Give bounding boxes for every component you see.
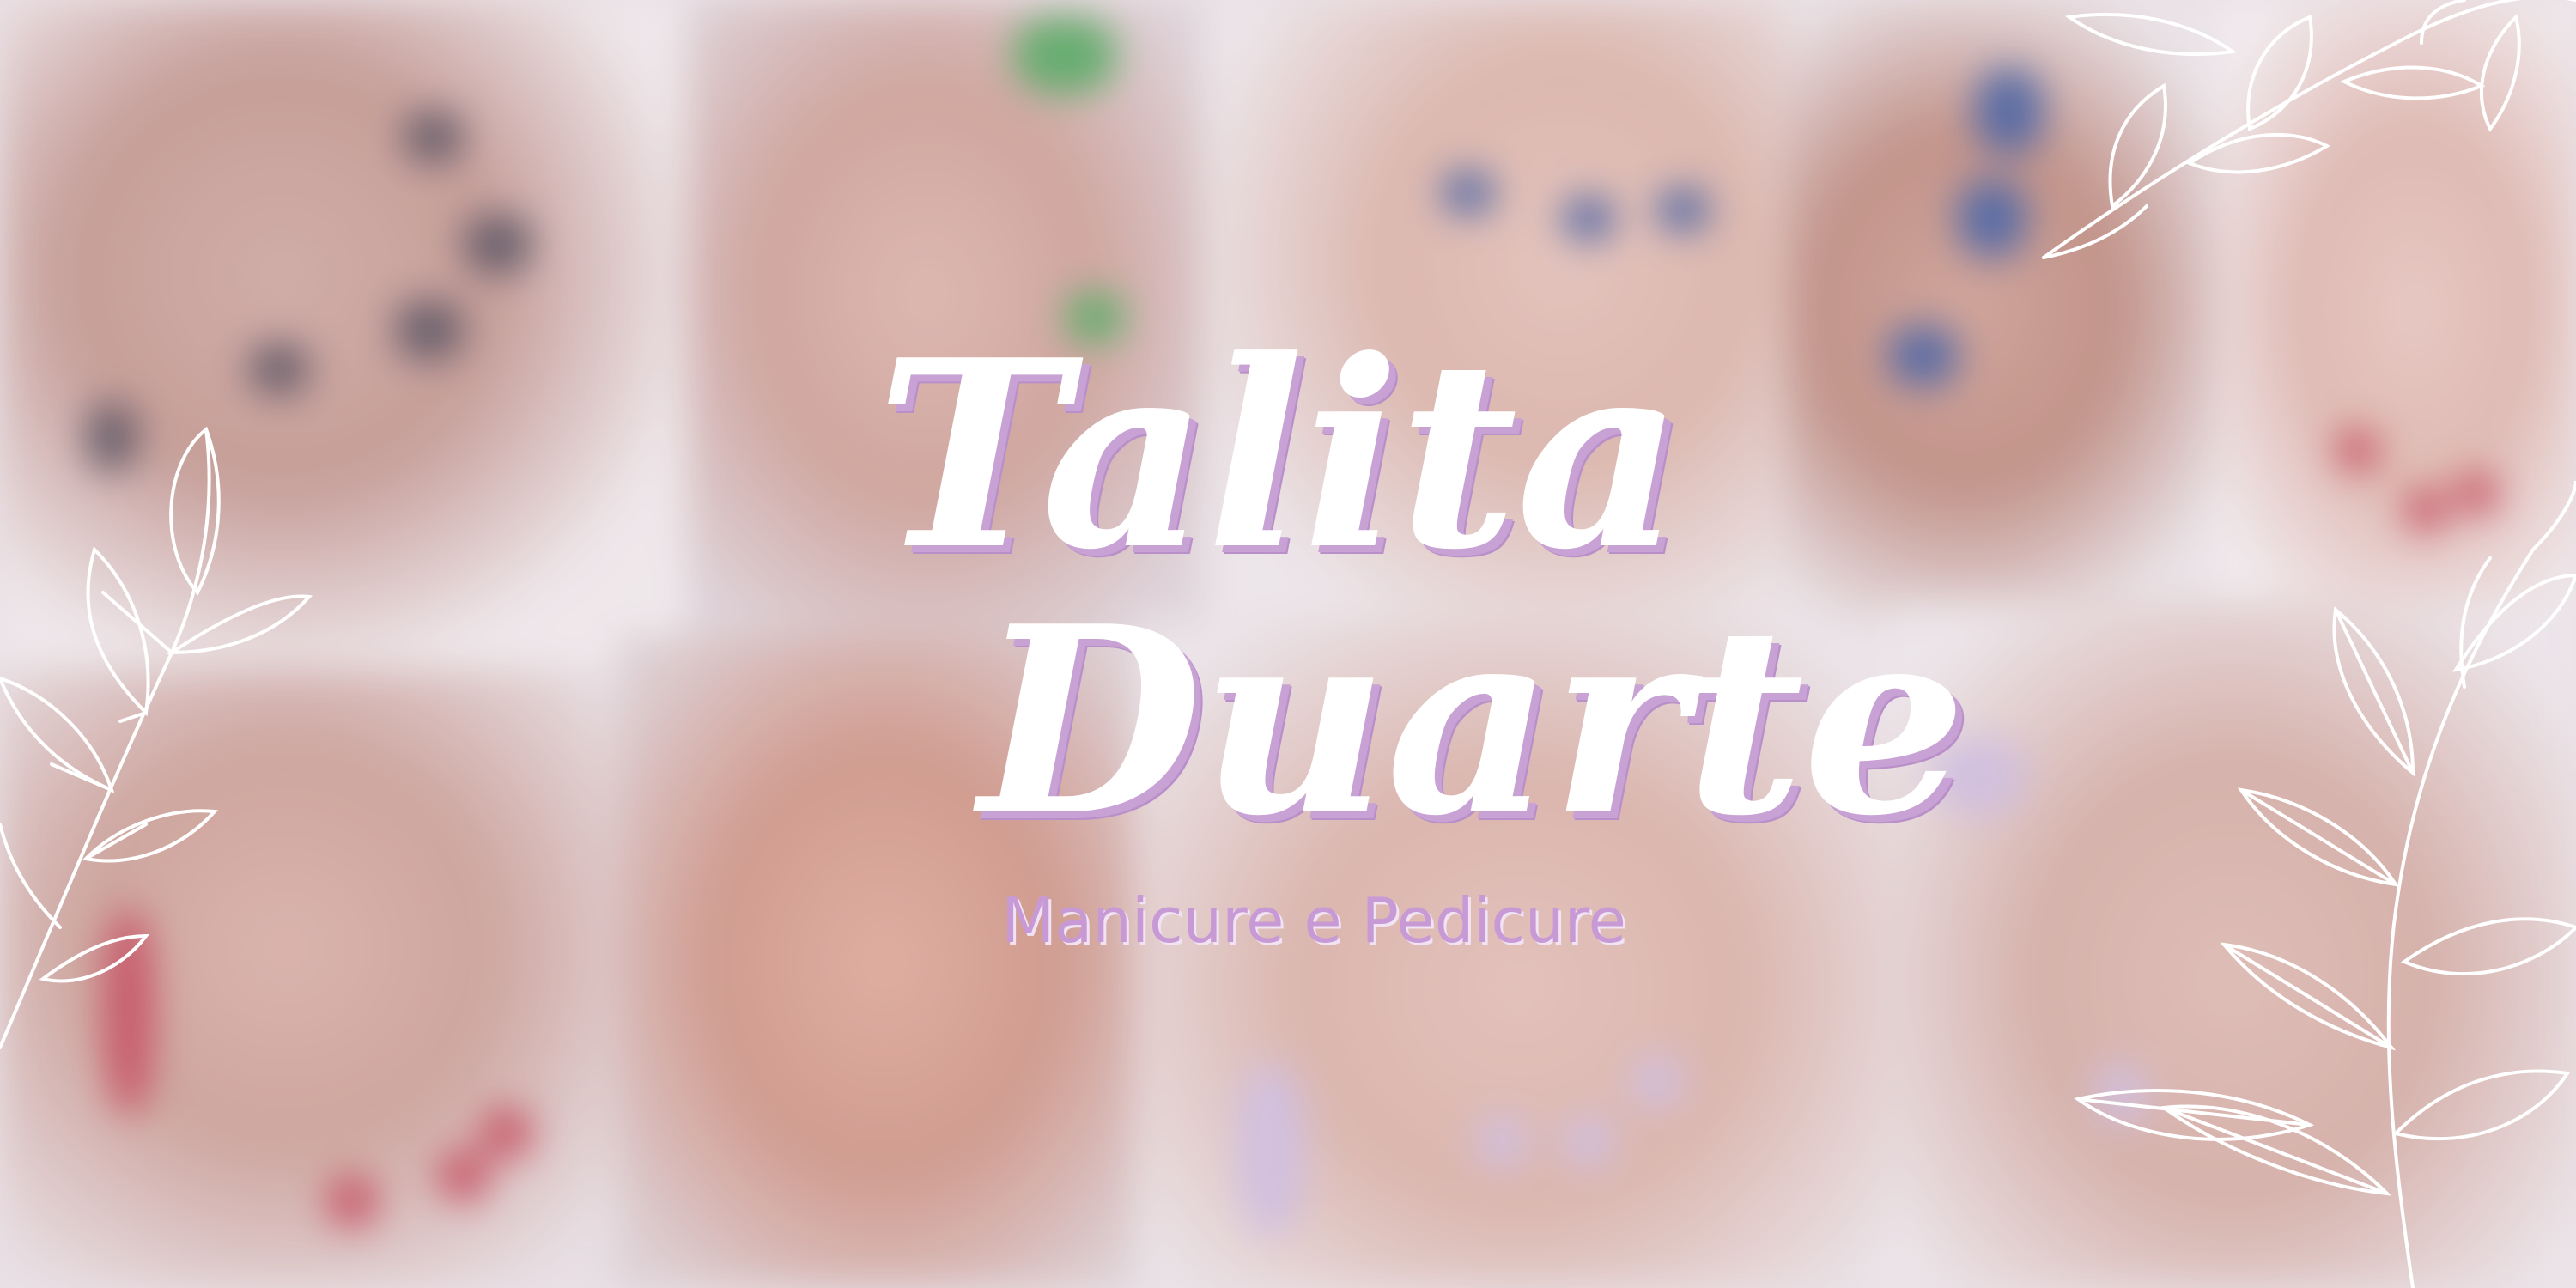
leaf-branch-icon xyxy=(2074,481,2576,1288)
brand-name-first: Talita xyxy=(876,303,1683,606)
leaf-branch-icon xyxy=(2042,0,2576,259)
brand-name-last: Duarte xyxy=(979,569,1966,872)
brand-tagline: Manicure e Pedicure xyxy=(1001,884,1626,957)
banner: Talita Duarte Manicure e Pedicure xyxy=(0,0,2576,1288)
brand-title-block: Talita Duarte Manicure e Pedicure xyxy=(824,303,1966,979)
leaf-branch-icon xyxy=(0,426,313,1049)
